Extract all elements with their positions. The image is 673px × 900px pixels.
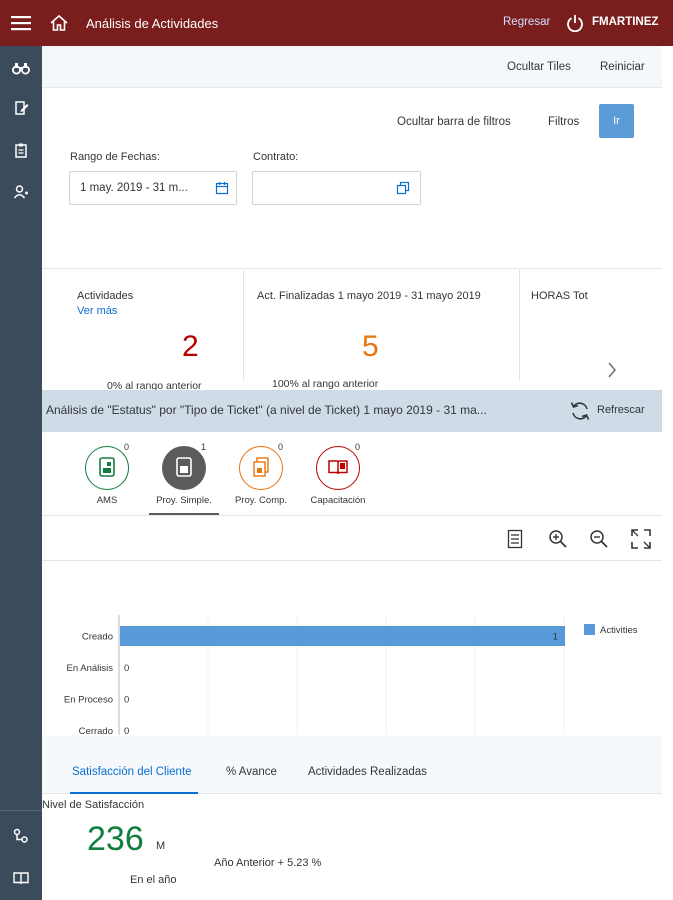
main-content: Ocultar Tiles Reiniciar Ocultar barra de… (42, 46, 673, 900)
tile-actividades[interactable]: Actividades Ver más 2 0% al rango anteri… (62, 270, 242, 392)
app-title: Análisis de Actividades (86, 15, 219, 31)
bar (120, 626, 565, 646)
chart-toolbar (42, 517, 662, 561)
see-more-link[interactable]: Ver más (77, 305, 117, 317)
contract-input[interactable] (252, 171, 421, 205)
filters-button[interactable]: Filtros (548, 116, 579, 128)
bottom-tab-bar: Satisfacción del Cliente % Avance Activi… (42, 736, 662, 794)
calendar-icon[interactable] (215, 181, 229, 198)
open-book-icon (327, 457, 349, 480)
value-help-icon[interactable] (396, 181, 410, 198)
tab-count: 0 (355, 442, 361, 452)
tile-title: Actividades (77, 290, 134, 302)
data-label: 0 (124, 695, 129, 706)
legend-toggle-icon[interactable] (507, 529, 523, 552)
clipboard-icon[interactable] (11, 140, 31, 160)
employee-icon[interactable] (11, 182, 31, 202)
satisfaction-comparison: Año Anterior + 5.23 % (214, 857, 322, 869)
contract-label: Contrato: (253, 151, 299, 163)
legend-swatch (584, 624, 595, 635)
tile-title: Act. Finalizadas 1 mayo 2019 - 31 mayo 2… (257, 290, 481, 302)
tab-label: Proy. Comp. (234, 495, 288, 506)
satisfaction-unit: M (156, 840, 166, 852)
legend-label: Activities (600, 625, 638, 636)
tab-proy-comp[interactable]: 0 Proy. Comp. (226, 442, 296, 506)
hierarchy-icon[interactable] (11, 826, 31, 846)
ticket-type-tabs: 0 AMS 1 Proy. Simple. 0 Proy. Comp. 0 Ca… (42, 432, 662, 516)
data-label: 0 (124, 663, 129, 674)
analysis-header: Análisis de "Estatus" por "Tipo de Ticke… (42, 390, 662, 432)
zoom-out-icon[interactable] (589, 529, 609, 552)
tab-actividades-realizadas[interactable]: Actividades Realizadas (308, 766, 427, 778)
copy-document-icon (251, 456, 271, 481)
tab-count: 0 (278, 442, 284, 452)
chart-canvas: 00.20.40.60.81Creado1En Análisis0En Proc… (64, 615, 638, 766)
document-icon (175, 456, 193, 481)
tab-satisfaccion[interactable]: Satisfacción del Cliente (72, 766, 192, 778)
tab-proy-simple[interactable]: 1 Proy. Simple. (149, 442, 219, 506)
document-icon (98, 456, 116, 481)
analysis-title: Análisis de "Estatus" por "Tipo de Ticke… (46, 403, 487, 417)
satisfaction-value: 236 (87, 820, 144, 858)
y-category-label: En Proceso (64, 695, 113, 706)
hide-filter-bar-button[interactable]: Ocultar barra de filtros (397, 116, 511, 128)
y-category-label: En Análisis (67, 663, 114, 674)
page-toolbar: Ocultar Tiles Reiniciar (42, 46, 662, 88)
binoculars-icon[interactable] (11, 58, 31, 78)
tab-capacitacion[interactable]: 0 Capacitación (303, 442, 373, 506)
refresh-button[interactable]: Refrescar (597, 404, 645, 416)
power-icon[interactable] (566, 14, 584, 35)
filter-bar: Ocultar barra de filtros Filtros Ir Rang… (42, 89, 662, 269)
tab-count: 1 (201, 442, 207, 452)
reset-button[interactable]: Reiniciar (600, 61, 645, 73)
data-label: 1 (553, 632, 558, 643)
tab-label: Proy. Simple. (156, 495, 212, 506)
date-range-value: 1 may. 2019 - 31 m... (80, 182, 188, 194)
tile-title: HORAS Tot (531, 290, 588, 302)
satisfaction-label: Nivel de Satisfacción (42, 799, 145, 811)
satisfaction-caption: En el año (130, 874, 177, 886)
home-icon[interactable] (42, 14, 76, 32)
menu-icon[interactable] (0, 0, 42, 46)
y-category-label: Cerrado (79, 726, 113, 735)
date-range-label: Rango de Fechas: (70, 151, 160, 163)
tile-subtitle: 100% al rango anterior (272, 378, 379, 390)
tile-value: 2 (182, 330, 199, 363)
tile-horas[interactable]: HORAS Tot (520, 270, 640, 382)
side-navigation (0, 46, 42, 900)
kpi-tiles: Actividades Ver más 2 0% al rango anteri… (42, 270, 662, 392)
bottom-section: Satisfacción del Cliente % Avance Activi… (42, 736, 662, 900)
edit-document-icon[interactable] (11, 98, 31, 118)
back-link[interactable]: Regresar (503, 16, 550, 28)
hide-tiles-button[interactable]: Ocultar Tiles (507, 61, 571, 73)
date-range-input[interactable]: 1 may. 2019 - 31 m... (69, 171, 237, 205)
user-name[interactable]: FMARTINEZ (592, 16, 658, 28)
nav-separator (0, 810, 42, 811)
tab-ams[interactable]: 0 AMS (72, 442, 142, 506)
y-category-label: Creado (82, 632, 113, 643)
tile-value: 5 (362, 330, 379, 363)
chevron-right-icon[interactable] (607, 362, 617, 381)
tab-count: 0 (124, 442, 130, 452)
refresh-icon[interactable] (569, 400, 591, 425)
go-button[interactable]: Ir (599, 104, 634, 138)
selected-tab-indicator (149, 513, 219, 515)
status-bar-chart: 00.20.40.60.81Creado1En Análisis0En Proc… (42, 561, 662, 766)
fullscreen-icon[interactable] (631, 529, 651, 552)
tab-label: Capacitación (310, 495, 366, 506)
tab-avance[interactable]: % Avance (226, 766, 277, 778)
tile-act-finalizadas[interactable]: Act. Finalizadas 1 mayo 2019 - 31 mayo 2… (244, 270, 519, 390)
data-label: 0 (124, 726, 129, 735)
tab-label: AMS (96, 495, 118, 506)
zoom-in-icon[interactable] (548, 529, 568, 552)
open-book-icon[interactable] (11, 868, 31, 888)
active-tab-indicator (70, 792, 198, 794)
shell-bar: Análisis de Actividades Regresar FMARTIN… (0, 0, 673, 46)
